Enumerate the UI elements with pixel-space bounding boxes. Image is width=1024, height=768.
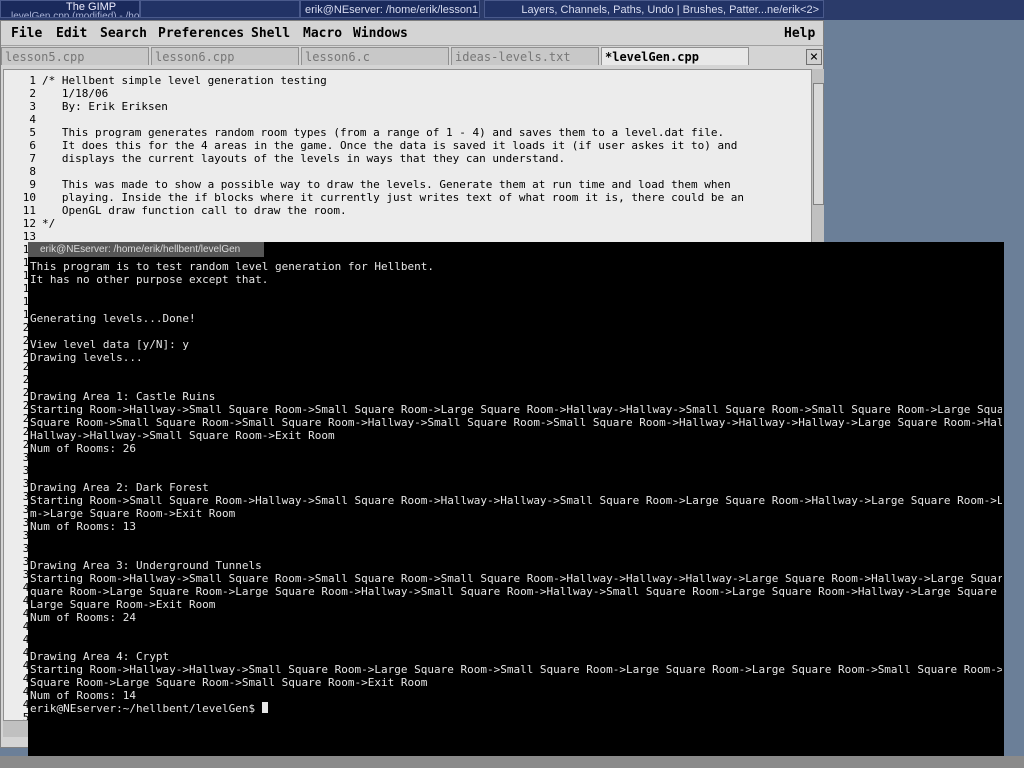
terminal-line: Hallway->Hallway->Small Square Room->Exi…	[30, 429, 335, 442]
line-number: 3	[29, 100, 36, 113]
code-text: playing. Inside the if blocks where it c…	[42, 191, 744, 204]
terminal-cursor	[261, 702, 268, 713]
terminal-line: It has no other purpose except that.	[30, 273, 269, 286]
taskbar-item-spacer[interactable]	[140, 0, 300, 18]
menu-windows[interactable]: Windows	[353, 26, 408, 41]
terminal-line: View level data [y/N]: y	[30, 338, 189, 351]
line-number: 10	[22, 191, 36, 204]
code-line[interactable]: 1 /* Hellbent simple level generation tes…	[4, 74, 327, 87]
terminal-title[interactable]: erik@NEserver: /home/erik/hellbent/level…	[28, 242, 264, 257]
tab-lesson5-cpp[interactable]: lesson5.cpp	[1, 47, 149, 65]
terminal-line: Starting Room->Small Square Room->Hallwa…	[30, 494, 1002, 507]
desktop-bottom	[0, 756, 1024, 768]
terminal-line: Generating levels...Done!	[30, 312, 196, 325]
code-line[interactable]: 3 By: Erik Eriksen	[4, 100, 168, 113]
code-line[interactable]: 5 This program generates random room typ…	[4, 126, 724, 139]
menu-shell[interactable]: Shell	[251, 26, 290, 41]
code-line[interactable]: 10 playing. Inside the if blocks where i…	[4, 191, 744, 204]
terminal-line: Drawing Area 2: Dark Forest	[30, 481, 209, 494]
code-line[interactable]: 11 OpenGL draw function call to draw the…	[4, 204, 347, 217]
code-line[interactable]: 2 1/18/06	[4, 87, 108, 100]
desktop-background	[1004, 20, 1024, 768]
code-text: OpenGL draw function call to draw the ro…	[42, 204, 347, 217]
terminal-line: This program is to test random level gen…	[30, 260, 434, 273]
terminal-line: Square Room->Large Square Room->Small Sq…	[30, 676, 428, 689]
scrollbar-thumb[interactable]	[813, 83, 824, 205]
tab-lesson6-c[interactable]: lesson6.c	[301, 47, 449, 65]
taskbar-item-lesson1-terminal[interactable]: erik@NEserver: /home/erik/lesson1	[300, 0, 480, 18]
line-number: 7	[29, 152, 36, 165]
prompt-text: erik@NEserver:~/hellbent/levelGen$	[30, 702, 262, 715]
terminal-line: Drawing Area 1: Castle Ruins	[30, 390, 216, 403]
terminal-output[interactable]: This program is to test random level gen…	[30, 260, 1002, 754]
menu-edit[interactable]: Edit	[56, 26, 87, 41]
terminal-line: Drawing Area 3: Underground Tunnels	[30, 559, 262, 572]
code-line[interactable]: 6 It does this for the 4 areas in the ga…	[4, 139, 737, 152]
line-number: 9	[29, 178, 36, 191]
menu-help[interactable]: Help	[784, 26, 815, 41]
taskbar-item-gimp[interactable]: The GIMP	[66, 0, 116, 14]
terminal-line: Large Square Room->Exit Room	[30, 598, 216, 611]
close-tab-icon[interactable]: ×	[806, 49, 822, 65]
menubar: File Edit Search Preferences Shell Macro…	[1, 23, 823, 46]
line-number: 6	[29, 139, 36, 152]
code-text: displays the current layouts of the leve…	[42, 152, 566, 165]
terminal-line: quare Room->Large Square Room->Large Squ…	[30, 585, 1002, 598]
terminal-line: Num of Rooms: 13	[30, 520, 136, 533]
code-line[interactable]: 12 */	[4, 217, 56, 230]
terminal-line: Num of Rooms: 24	[30, 611, 136, 624]
tab-levelgen-cpp[interactable]: *levelGen.cpp	[601, 47, 749, 65]
menu-search[interactable]: Search	[100, 26, 147, 41]
line-number: 5	[29, 126, 36, 139]
code-line[interactable]: 7 displays the current layouts of the le…	[4, 152, 565, 165]
code-text: 1/18/06	[42, 87, 109, 100]
taskbar: levelGen.cpp (modified) - /home/erik/hel…	[0, 0, 1024, 20]
code-text: It does this for the 4 areas in the game…	[42, 139, 738, 152]
terminal-prompt[interactable]: erik@NEserver:~/hellbent/levelGen$	[30, 702, 1002, 715]
line-number: 2	[29, 87, 36, 100]
terminal-line: Drawing Area 4: Crypt	[30, 650, 170, 663]
terminal-line: Num of Rooms: 26	[30, 442, 136, 455]
code-text: */	[42, 217, 56, 230]
tab-ideas-levels-txt[interactable]: ideas-levels.txt	[451, 47, 599, 65]
code-text: This program generates random room types…	[42, 126, 725, 139]
terminal-line: Starting Room->Hallway->Small Square Roo…	[30, 403, 1002, 416]
code-text: /* Hellbent simple level generation test…	[42, 74, 327, 87]
code-text: This was made to show a possible way to …	[42, 178, 731, 191]
line-number: 12	[22, 217, 36, 230]
terminal-line: Starting Room->Hallway->Small Square Roo…	[30, 572, 1002, 585]
line-number: 11	[22, 204, 36, 217]
line-number: 1	[29, 74, 36, 87]
code-line[interactable]: 9 This was made to show a possible way t…	[4, 178, 731, 191]
menu-macro[interactable]: Macro	[303, 26, 342, 41]
code-text: By: Erik Eriksen	[42, 100, 168, 113]
terminal-line: Starting Room->Hallway->Hallway->Small S…	[30, 663, 1002, 676]
terminal-window[interactable]: erik@NEserver: /home/erik/hellbent/level…	[28, 242, 1004, 756]
taskbar-item-gimp-dock[interactable]: Layers, Channels, Paths, Undo | Brushes,…	[484, 0, 824, 18]
menu-preferences[interactable]: Preferences	[158, 26, 244, 41]
menu-file[interactable]: File	[11, 26, 42, 41]
terminal-line: Square Room->Small Square Room->Small Sq…	[30, 416, 1002, 429]
terminal-line: Num of Rooms: 14	[30, 689, 136, 702]
line-number: 4	[29, 113, 36, 126]
line-number: 8	[29, 165, 36, 178]
code-line[interactable]: 4	[4, 113, 42, 126]
file-tabs: lesson5.cpp lesson6.cpp lesson6.c ideas-…	[1, 47, 823, 67]
terminal-line: Drawing levels...	[30, 351, 143, 364]
tab-lesson6-cpp[interactable]: lesson6.cpp	[151, 47, 299, 65]
code-line[interactable]: 8	[4, 165, 42, 178]
terminal-line: m->Large Square Room->Exit Room	[30, 507, 236, 520]
